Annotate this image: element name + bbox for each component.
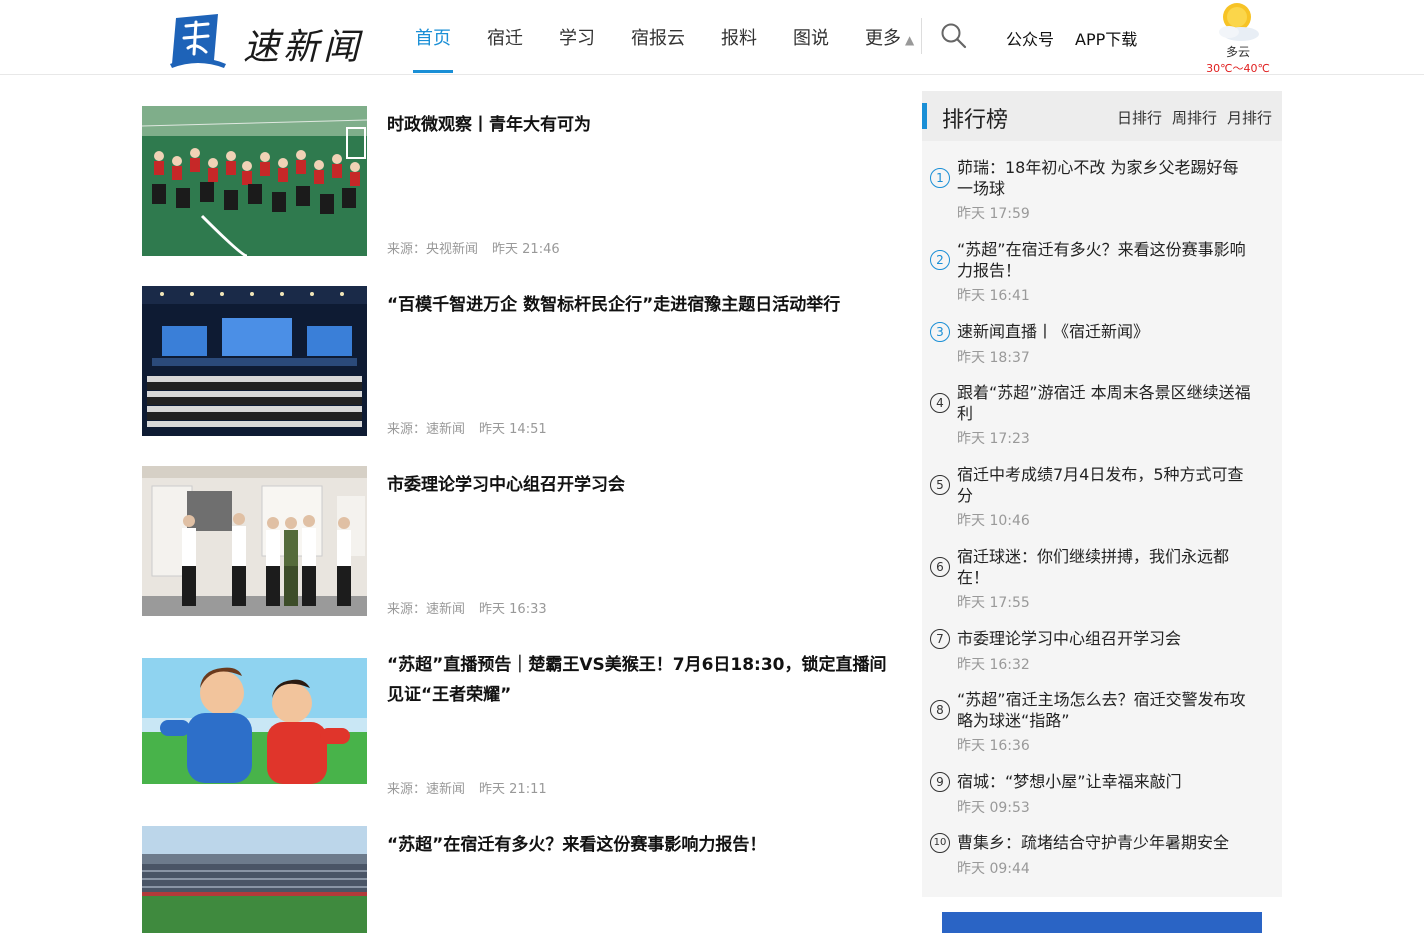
ranking-item-time: 昨天 16:32 xyxy=(957,657,1030,673)
rank-number-badge: 6 xyxy=(930,557,950,577)
news-thumbnail[interactable] xyxy=(142,106,367,256)
nav-more-label: 更多 xyxy=(865,28,901,49)
news-item[interactable]: 时政微观察丨青年大有可为 来源：央视新闻 昨天 21:46 xyxy=(142,106,892,257)
ranking-item-title[interactable]: 宿迁中考成绩7月4日发布，5种方式可查分 xyxy=(957,464,1252,506)
partly-cloudy-icon xyxy=(1219,3,1259,41)
ranking-item-time: 昨天 09:53 xyxy=(957,800,1030,816)
rank-number-badge: 8 xyxy=(930,700,950,720)
conference-photo xyxy=(142,286,367,436)
rank-number-badge: 1 xyxy=(930,168,950,188)
news-item[interactable]: “百模千智进万企 数智标杆民企行”走进宿豫主题日活动举行 来源：速新闻 昨天 14… xyxy=(142,286,892,437)
rank-number-badge: 10 xyxy=(930,833,950,853)
weather-condition: 多云 xyxy=(1225,45,1250,59)
news-time: 昨天 16:33 xyxy=(479,602,547,617)
search-icon xyxy=(941,23,967,49)
news-source: 来源：速新闻 xyxy=(387,602,466,617)
news-source: 来源：速新闻 xyxy=(387,782,466,797)
ranking-item-time: 昨天 10:46 xyxy=(957,513,1030,529)
logo-text: 速新闻 xyxy=(243,27,364,68)
rank-number-badge: 7 xyxy=(930,629,950,649)
divider xyxy=(921,18,922,54)
news-source: 来源：速新闻 xyxy=(387,422,466,437)
news-thumbnail[interactable] xyxy=(142,658,367,784)
rank-number-badge: 3 xyxy=(930,322,950,342)
nav-study[interactable]: 学习 xyxy=(559,24,595,50)
ranking-item-time: 昨天 17:59 xyxy=(957,206,1030,222)
logo-icon xyxy=(170,14,226,68)
ranking-item-title[interactable]: 茆瑞：18年初心不改 为家乡父老踢好每一场球 xyxy=(957,157,1252,199)
news-title[interactable]: “苏超”直播预告｜楚霸王VS美猴王！7月6日18:30，锁定直播间见证“王者荣耀… xyxy=(387,650,887,710)
ranking-item-title[interactable]: 市委理论学习中心组召开学习会 xyxy=(957,628,1252,649)
site-logo[interactable]: 速新闻 xyxy=(168,8,368,70)
news-source: 来源：央视新闻 xyxy=(387,242,479,257)
news-item[interactable]: 市委理论学习中心组召开学习会 来源：速新闻 昨天 16:33 xyxy=(142,466,892,617)
ranking-item-time: 昨天 16:36 xyxy=(957,738,1030,754)
ranking-item-time: 昨天 18:37 xyxy=(957,350,1030,366)
news-meta: 来源：速新闻 昨天 16:33 xyxy=(387,598,547,617)
stadium-photo xyxy=(142,826,367,933)
ranking-item-time: 昨天 17:55 xyxy=(957,595,1030,611)
ranking-item-title[interactable]: “苏超”在宿迁有多火？来看这份赛事影响力报告！ xyxy=(957,239,1252,281)
rank-number-badge: 4 xyxy=(930,393,950,413)
news-meta: 来源：速新闻 昨天 21:11 xyxy=(387,778,547,797)
ranking-item-title[interactable]: 速新闻直播丨《宿迁新闻》 xyxy=(957,321,1252,342)
ranking-item-time: 昨天 16:41 xyxy=(957,288,1030,304)
ranking-item-title[interactable]: 曹集乡：疏堵结合守护青少年暑期安全 xyxy=(957,832,1252,853)
ranking-item-title[interactable]: 跟着“苏超”游宿迁 本周末各景区继续送福利 xyxy=(957,382,1252,424)
news-thumbnail[interactable] xyxy=(142,286,367,436)
ranking-title: 排行榜 xyxy=(942,108,1009,133)
caret-up-icon: ▲ xyxy=(905,33,915,47)
news-meta: 来源：速新闻 昨天 14:51 xyxy=(387,418,547,437)
ranking-header: 排行榜 日排行 周排行 月排行 xyxy=(922,91,1282,141)
tab-monthly[interactable]: 月排行 xyxy=(1227,107,1272,128)
ranking-item-title[interactable]: “苏超”宿迁主场怎么去？宿迁交警发布攻略为球迷“指路” xyxy=(957,689,1252,731)
tab-daily[interactable]: 日排行 xyxy=(1117,107,1162,128)
news-time: 昨天 14:51 xyxy=(479,422,547,437)
news-thumbnail[interactable] xyxy=(142,826,367,933)
search-button[interactable] xyxy=(940,22,968,50)
news-title[interactable]: “苏超”在宿迁有多火？来看这份赛事影响力报告！ xyxy=(387,830,887,860)
tab-weekly[interactable]: 周排行 xyxy=(1172,107,1217,128)
nav-suqian[interactable]: 宿迁 xyxy=(487,24,523,50)
news-title[interactable]: “百模千智进万企 数智标杆民企行”走进宿豫主题日活动举行 xyxy=(387,290,887,320)
ranking-item-title[interactable]: 宿迁球迷：你们继续拼搏，我们永远都在！ xyxy=(957,546,1252,588)
exhibition-photo xyxy=(142,466,367,616)
ranking-accent-bar xyxy=(922,103,927,129)
news-time: 昨天 21:46 xyxy=(492,242,560,257)
news-thumbnail[interactable] xyxy=(142,466,367,616)
rank-number-badge: 9 xyxy=(930,772,950,792)
nav-active-indicator xyxy=(413,70,453,73)
news-title[interactable]: 时政微观察丨青年大有可为 xyxy=(387,110,887,140)
nav-report[interactable]: 报料 xyxy=(721,24,757,50)
cartoon-players-illustration xyxy=(142,658,367,784)
promo-banner[interactable] xyxy=(942,912,1262,933)
ranking-item-time: 昨天 17:23 xyxy=(957,431,1030,447)
news-time: 昨天 21:11 xyxy=(479,782,547,797)
news-meta: 来源：央视新闻 昨天 21:46 xyxy=(387,238,560,257)
students-photo xyxy=(142,106,367,256)
weather-temperature: 30℃～40℃ xyxy=(1206,62,1270,75)
nav-home[interactable]: 首页 xyxy=(415,24,451,50)
rank-number-badge: 2 xyxy=(930,250,950,270)
rank-number-badge: 5 xyxy=(930,475,950,495)
nav-subao-cloud[interactable]: 宿报云 xyxy=(631,24,685,50)
weather-widget: 多云 30℃～40℃ xyxy=(1200,0,1276,75)
news-title[interactable]: 市委理论学习中心组召开学习会 xyxy=(387,470,887,500)
nav-photo[interactable]: 图说 xyxy=(793,24,829,50)
wechat-official-link[interactable]: 公众号 xyxy=(1006,26,1054,50)
ranking-panel: 排行榜 日排行 周排行 月排行 1 茆瑞：18年初心不改 为家乡父老踢好每一场球… xyxy=(922,91,1282,897)
nav-more[interactable]: 更多 ▲ xyxy=(865,24,914,50)
site-header: 速新闻 首页 宿迁 学习 宿报云 报料 图说 更多 ▲ 公众号 APP下载 多云 … xyxy=(0,0,1424,75)
ranking-item-title[interactable]: 宿城：“梦想小屋”让幸福来敲门 xyxy=(957,771,1252,792)
ranking-item-time: 昨天 09:44 xyxy=(957,861,1030,877)
app-download-link[interactable]: APP下载 xyxy=(1075,26,1137,50)
news-item[interactable]: “苏超”在宿迁有多火？来看这份赛事影响力报告！ xyxy=(142,826,892,933)
news-item[interactable]: “苏超”直播预告｜楚霸王VS美猴王！7月6日18:30，锁定直播间见证“王者荣耀… xyxy=(142,646,892,797)
